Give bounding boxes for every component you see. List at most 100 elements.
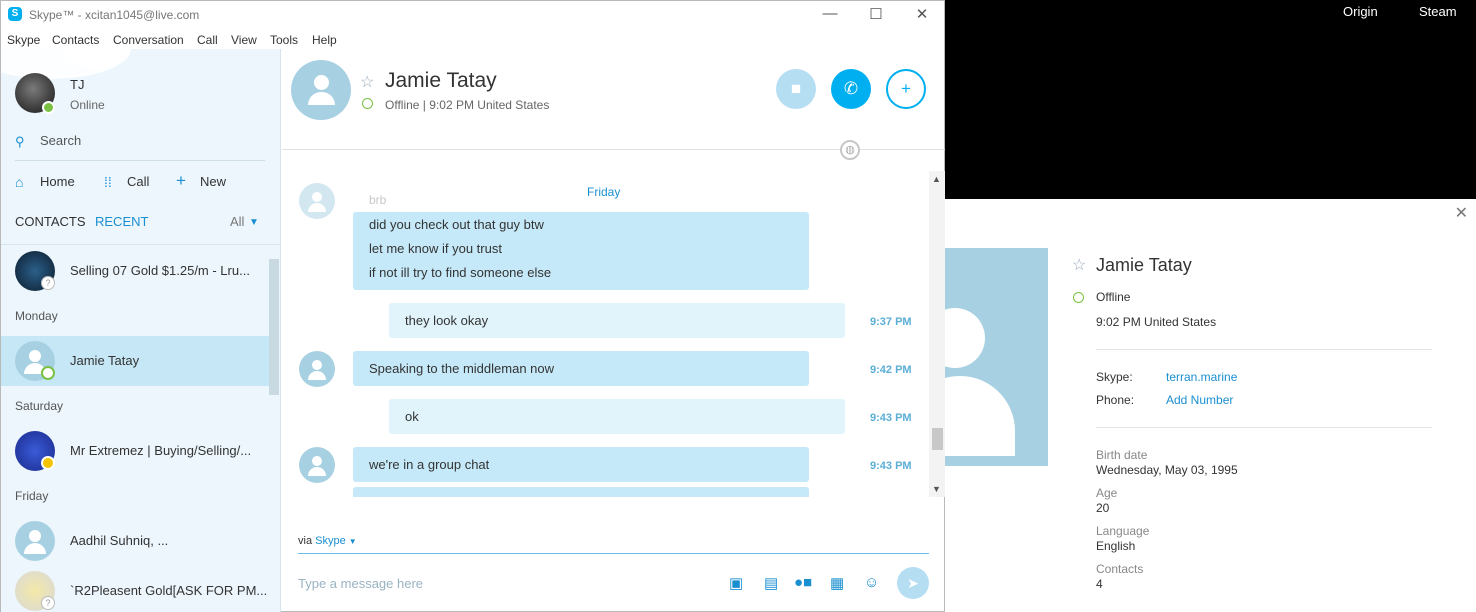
globe-icon[interactable]: ◍ (840, 140, 860, 160)
add-user-icon: + (901, 79, 911, 98)
profile-local-time: 9:02 PM United States (1096, 315, 1217, 329)
video-message-icon[interactable]: ●■ (794, 574, 812, 591)
age-value: 20 (1096, 501, 1110, 515)
phone-icon: ✆ (843, 79, 859, 98)
birth-date-label: Birth date (1096, 448, 1148, 462)
sidebar-scrollbar[interactable] (269, 259, 279, 395)
message-input[interactable] (298, 573, 698, 593)
list-item[interactable]: Jamie Tatay (1, 336, 269, 386)
send-image-icon[interactable]: ▣ (729, 574, 743, 592)
add-number-link[interactable]: Add Number (1166, 393, 1233, 407)
message-bubble[interactable] (353, 487, 809, 497)
menu-conversation[interactable]: Conversation (113, 33, 184, 47)
conversation-title[interactable]: Jamie Tatay (385, 69, 497, 93)
message-time: 9:42 PM (870, 364, 912, 376)
dialpad-icon[interactable]: ⁞⁞ (104, 174, 112, 190)
via-service-link[interactable]: Skype (315, 535, 346, 547)
taskbar-item-origin[interactable]: Origin (1343, 4, 1378, 19)
divider (1096, 427, 1432, 428)
list-item[interactable]: ? `R2Pleasent Gold[ASK FOR PM... (1, 566, 269, 612)
window-title: Skype™ - xcitan1045@live.com (29, 8, 200, 22)
nav-new[interactable]: New (200, 174, 226, 189)
contact-name: Aadhil Suhniq, ... (70, 533, 169, 548)
language-label: Language (1096, 524, 1150, 538)
avatar (299, 447, 335, 483)
status-offline-icon (362, 98, 373, 109)
status-offline-icon (41, 366, 55, 380)
menu-help[interactable]: Help (312, 33, 337, 47)
menu-skype[interactable]: Skype (7, 33, 40, 47)
video-call-button[interactable]: ■ (776, 69, 816, 109)
list-item[interactable]: Mr Extremez | Buying/Selling/... (1, 426, 269, 476)
scroll-up-icon[interactable]: ▲ (932, 174, 941, 184)
home-icon[interactable]: ⌂ (15, 174, 23, 190)
filter-dropdown[interactable]: All (230, 214, 244, 229)
profile-status: Offline (1096, 290, 1131, 304)
favorite-star-icon[interactable]: ☆ (360, 72, 374, 92)
nav-home[interactable]: Home (40, 174, 75, 189)
contact-name: Jamie Tatay (70, 353, 140, 368)
nav-call[interactable]: Call (127, 174, 149, 189)
contact-name: Selling 07 Gold $1.25/m - Lru... (70, 263, 250, 278)
add-people-button[interactable]: + (886, 69, 926, 109)
tab-recent[interactable]: RECENT (95, 214, 148, 229)
contact-profile-panel: ✕ ☆ Jamie Tatay Offline 9:02 PM United S… (945, 199, 1476, 612)
chevron-down-icon[interactable]: ▼ (249, 217, 259, 228)
divider (1096, 349, 1432, 350)
search-box[interactable]: ⚲ Search (15, 133, 265, 161)
menu-tools[interactable]: Tools (270, 33, 298, 47)
plus-icon[interactable]: + (176, 171, 186, 191)
message-bubble[interactable]: we're in a group chat (353, 447, 809, 482)
video-camera-icon: ■ (790, 79, 802, 98)
search-icon: ⚲ (15, 134, 25, 149)
user-status[interactable]: Online (70, 98, 105, 112)
message-bubble[interactable]: Speaking to the middleman now (353, 351, 809, 386)
close-button[interactable]: ✕ (907, 5, 937, 23)
contact-avatar[interactable] (291, 60, 351, 120)
send-file-icon[interactable]: ▤ (764, 574, 778, 592)
emoticon-icon[interactable]: ☺ (864, 574, 879, 591)
favorite-star-icon[interactable]: ☆ (1072, 255, 1086, 275)
search-label: Search (40, 133, 82, 148)
conversation-status: Offline | 9:02 PM United States (385, 98, 550, 112)
list-item[interactable]: ? Selling 07 Gold $1.25/m - Lru... (1, 246, 269, 296)
day-separator: Friday (587, 185, 621, 199)
call-button[interactable]: ✆ (831, 69, 871, 109)
taskbar-item-steam[interactable]: Steam (1419, 4, 1457, 19)
message-bubble-own[interactable]: they look okay (389, 303, 845, 338)
send-button[interactable]: ➤ (897, 567, 929, 599)
list-item[interactable]: Aadhil Suhniq, ... (1, 516, 269, 566)
status-offline-icon (1073, 292, 1084, 303)
minimize-button[interactable]: — (815, 5, 845, 22)
avatar (299, 183, 335, 219)
contacts-label: Contacts (1096, 562, 1144, 576)
message-bubble[interactable]: did you check out that guy btw let me kn… (353, 212, 809, 290)
status-unknown-icon: ? (41, 276, 55, 290)
group-label-saturday: Saturday (15, 399, 64, 413)
menu-contacts[interactable]: Contacts (52, 33, 99, 47)
skype-label: Skype: (1096, 370, 1133, 384)
faded-message: brb (369, 193, 387, 207)
via-selector[interactable]: via Skype ▼ (298, 535, 357, 547)
menu-call[interactable]: Call (197, 33, 218, 47)
user-name[interactable]: TJ (70, 77, 84, 92)
message-time: 9:37 PM (870, 316, 912, 328)
menu-view[interactable]: View (231, 33, 257, 47)
scroll-down-icon[interactable]: ▼ (932, 484, 941, 494)
message-time: 9:43 PM (870, 460, 912, 472)
birth-date-value: Wednesday, May 03, 1995 (1096, 463, 1238, 477)
message-time: 9:43 PM (870, 412, 912, 424)
skype-id-link[interactable]: terran.marine (1166, 370, 1237, 384)
contact-name: `R2Pleasent Gold[ASK FOR PM... (70, 583, 268, 598)
contact-name: Mr Extremez | Buying/Selling/... (70, 443, 252, 458)
tab-contacts[interactable]: CONTACTS (15, 214, 86, 229)
scroll-thumb[interactable] (932, 428, 943, 450)
message-bubble-own[interactable]: ok (389, 399, 845, 434)
close-icon[interactable]: ✕ (1455, 203, 1468, 223)
message-scrollbar[interactable]: ▲ ▼ (929, 171, 945, 497)
group-label-monday: Monday (15, 309, 58, 323)
skype-logo-icon: S (8, 7, 22, 21)
send-contact-icon[interactable]: ▦ (830, 574, 844, 592)
maximize-button[interactable]: ☐ (861, 5, 891, 23)
age-label: Age (1096, 486, 1118, 500)
